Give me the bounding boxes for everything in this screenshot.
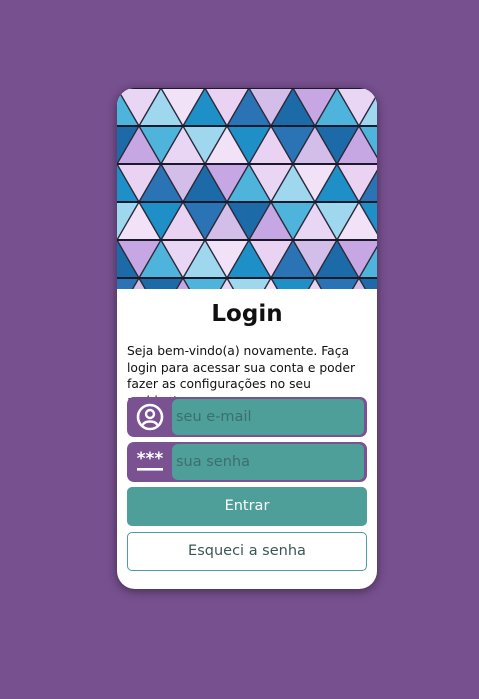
email-field-group: [127, 397, 367, 437]
hero-pattern-triangle: [313, 277, 361, 289]
hero-pattern-triangle: [225, 277, 273, 289]
email-input[interactable]: [172, 399, 364, 435]
password-input[interactable]: [172, 444, 364, 480]
password-asterisks-icon: ***: [127, 442, 173, 482]
hero-pattern-triangle: [137, 277, 185, 289]
hero-pattern-triangle: [181, 277, 229, 289]
page-title: Login: [211, 301, 283, 327]
login-card: Login Seja bem-vindo(a) novamente. Faça …: [117, 88, 377, 589]
forgot-password-button[interactable]: Esqueci a senha: [127, 532, 367, 571]
hero-pattern-triangle: [269, 277, 317, 289]
hero-image: [117, 88, 377, 289]
password-field-group: ***: [127, 442, 367, 482]
login-submit-button[interactable]: Entrar: [127, 487, 367, 526]
user-circle-icon: [127, 397, 173, 437]
svg-text:***: ***: [137, 449, 164, 469]
